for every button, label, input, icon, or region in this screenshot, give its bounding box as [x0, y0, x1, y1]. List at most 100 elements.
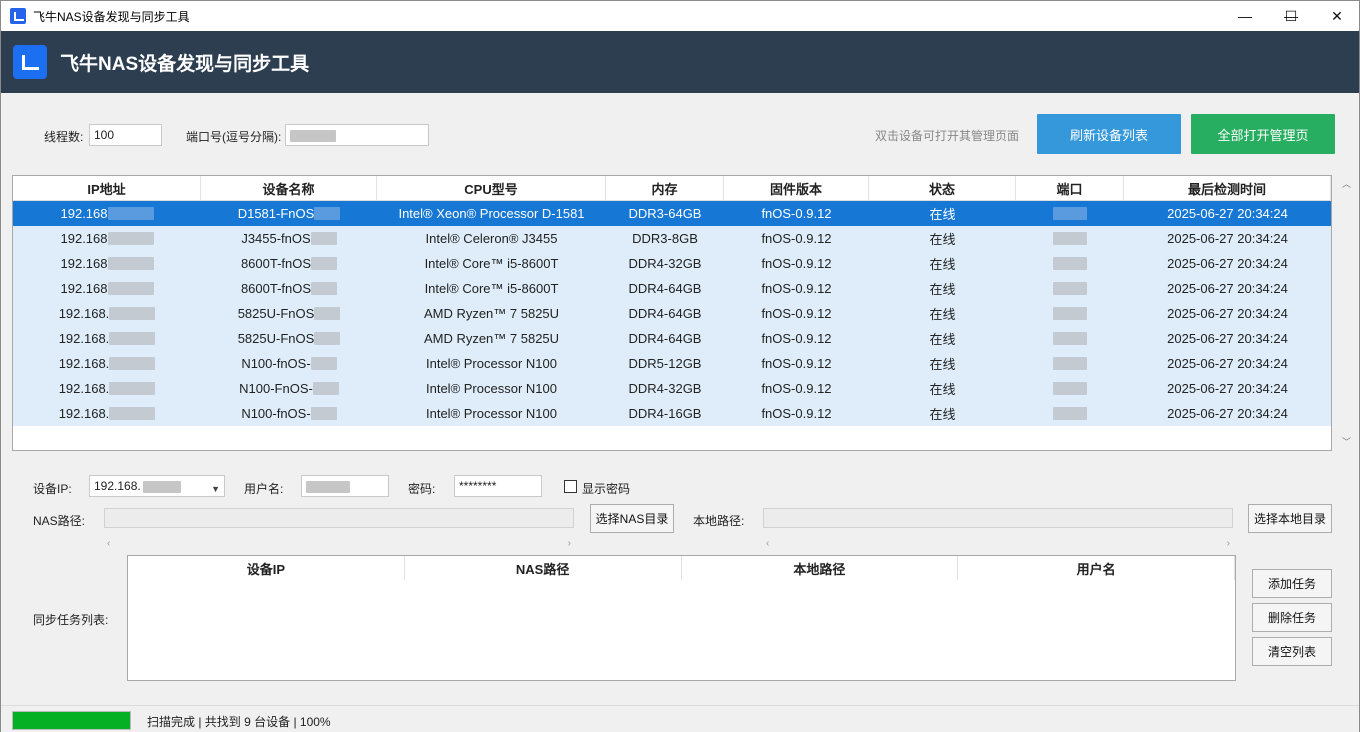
table-row[interactable]: 192.168 8600T-fnOS Intel® Core™ i5-8600T DD… [13, 276, 1331, 301]
show-password-checkbox[interactable] [564, 480, 577, 493]
table-row[interactable]: 192.168. N100-fnOS- Intel® Processor N100 D… [13, 351, 1331, 376]
redacted-mask [107, 232, 154, 245]
table-row[interactable]: 192.168. N100-fnOS- Intel® Processor N100 D… [13, 401, 1331, 426]
device-table-scrollbar[interactable]: ︿ ﹀ [1337, 175, 1355, 451]
cell-text: fnOS-0.9.12 [761, 356, 832, 371]
table-cell: 2025-06-27 20:34:24 [1124, 251, 1331, 276]
local-path-scrollbar[interactable]: ‹ › [763, 536, 1233, 550]
sync-task-table-header: 设备IP NAS路径 本地路径 用户名 [128, 556, 1235, 580]
cell-text: N100-fnOS- [241, 356, 311, 371]
task-column-header[interactable]: 设备IP [128, 556, 405, 580]
threads-input[interactable]: 100 [89, 124, 162, 146]
table-row[interactable]: 192.168. 5825U-FnOS AMD Ryzen™ 7 5825U DDR4… [13, 326, 1331, 351]
column-header[interactable]: 端口 [1016, 176, 1124, 200]
redacted-mask [314, 307, 341, 320]
column-header[interactable]: CPU型号 [377, 176, 606, 200]
column-header[interactable]: 状态 [869, 176, 1016, 200]
table-row[interactable]: 192.168 J3455-fnOS Intel® Celeron® J3455 DD… [13, 226, 1331, 251]
table-cell: J3455-fnOS [201, 226, 377, 251]
table-cell: fnOS-0.9.12 [724, 251, 869, 276]
table-cell: DDR4-16GB [606, 401, 724, 426]
table-cell [1016, 226, 1124, 251]
column-header[interactable]: 最后检测时间 [1124, 176, 1331, 200]
delete-task-button[interactable]: 删除任务 [1252, 603, 1332, 632]
cell-text: fnOS-0.9.12 [761, 231, 832, 246]
redacted-mask [109, 407, 156, 420]
device-table-header: IP地址 设备名称 CPU型号 内存 固件版本 状态 端口 最后检测时间 [13, 176, 1331, 201]
cell-text: AMD Ryzen™ 7 5825U [423, 306, 560, 321]
column-header[interactable]: IP地址 [13, 176, 201, 200]
cell-text: 2025-06-27 20:34:24 [1167, 356, 1288, 371]
device-table[interactable]: IP地址 设备名称 CPU型号 内存 固件版本 状态 端口 最后检测时间 192.168 D15… [12, 175, 1332, 451]
table-cell: Intel® Processor N100 [377, 376, 606, 401]
choose-nas-dir-button[interactable]: 选择NAS目录 [590, 504, 674, 533]
table-cell: 在线 [869, 226, 1016, 251]
username-input[interactable] [301, 475, 389, 497]
table-cell: 192.168 [13, 226, 201, 251]
maximize-button[interactable]: ☐ [1268, 1, 1314, 31]
table-cell: Intel® Core™ i5-8600T [377, 251, 606, 276]
table-cell: DDR4-32GB [606, 251, 724, 276]
redacted-mask [314, 332, 341, 345]
table-cell: 在线 [869, 276, 1016, 301]
table-cell: Intel® Processor N100 [377, 351, 606, 376]
cell-text: 在线 [929, 282, 956, 297]
nas-path-label: NAS路径: [33, 514, 86, 528]
table-cell: AMD Ryzen™ 7 5825U [377, 301, 606, 326]
task-column-header[interactable]: 本地路径 [682, 556, 959, 580]
table-cell: Intel® Core™ i5-8600T [377, 276, 606, 301]
threads-label: 线程数: [44, 130, 84, 144]
minimize-icon[interactable]: — [1222, 1, 1268, 31]
redacted-mask [1053, 207, 1087, 220]
double-click-hint: 双击设备可打开其管理页面 [875, 129, 1020, 143]
nas-path-scrollbar[interactable]: ‹ › [104, 536, 574, 550]
table-cell: 192.168. [13, 326, 201, 351]
column-header[interactable]: 设备名称 [201, 176, 377, 200]
password-label: 密码: [408, 482, 436, 496]
add-task-button[interactable]: 添加任务 [1252, 569, 1332, 598]
cell-text: DDR5-12GB [628, 356, 702, 371]
password-input[interactable]: ******** [454, 475, 542, 497]
table-cell: 192.168. [13, 401, 201, 426]
scroll-right-icon[interactable]: › [1227, 538, 1230, 549]
redacted-mask [1053, 232, 1087, 245]
redacted-mask [1053, 382, 1087, 395]
column-header[interactable]: 内存 [606, 176, 724, 200]
scroll-down-icon[interactable]: ﹀ [1342, 435, 1351, 448]
table-cell [1016, 251, 1124, 276]
redacted-mask [109, 382, 156, 395]
refresh-devices-button[interactable]: 刷新设备列表 [1037, 114, 1181, 154]
table-cell: 在线 [869, 301, 1016, 326]
scroll-left-icon[interactable]: ‹ [107, 538, 110, 549]
redacted-mask [1053, 257, 1087, 270]
task-column-header[interactable]: 用户名 [958, 556, 1235, 580]
table-row[interactable]: 192.168. 5825U-FnOS AMD Ryzen™ 7 5825U DDR4… [13, 301, 1331, 326]
column-header[interactable]: 固件版本 [724, 176, 869, 200]
scroll-left-icon[interactable]: ‹ [766, 538, 769, 549]
cell-text: DDR4-32GB [628, 381, 702, 396]
task-column-header[interactable]: NAS路径 [405, 556, 682, 580]
device-ip-select[interactable]: 192.168. ▼ [89, 475, 225, 497]
close-button[interactable]: ✕ [1314, 1, 1360, 31]
nas-path-input[interactable] [104, 508, 574, 528]
table-cell: DDR5-12GB [606, 351, 724, 376]
table-row[interactable]: 192.168. N100-FnOS- Intel® Processor N100 D… [13, 376, 1331, 401]
table-row[interactable]: 192.168 8600T-fnOS Intel® Core™ i5-8600T DD… [13, 251, 1331, 276]
cell-text: 192.168 [60, 281, 108, 296]
chevron-down-icon: ▼ [211, 484, 220, 494]
cell-text: 8600T-fnOS [240, 256, 312, 271]
scroll-right-icon[interactable]: › [568, 538, 571, 549]
sync-task-table[interactable]: 设备IP NAS路径 本地路径 用户名 [127, 555, 1236, 681]
cell-text: 在线 [929, 382, 956, 397]
open-all-admin-button[interactable]: 全部打开管理页 [1191, 114, 1335, 154]
window-title: 飞牛NAS设备发现与同步工具 [33, 9, 190, 24]
ports-input[interactable] [285, 124, 429, 146]
table-row[interactable]: 192.168 D1581-FnOS Intel® Xeon® Processor … [13, 201, 1331, 226]
clear-list-button[interactable]: 清空列表 [1252, 637, 1332, 666]
local-path-label: 本地路径: [693, 514, 745, 528]
table-cell: 192.168. [13, 301, 201, 326]
choose-local-dir-button[interactable]: 选择本地目录 [1248, 504, 1332, 533]
cell-text: Intel® Celeron® J3455 [425, 231, 558, 246]
scroll-up-icon[interactable]: ︿ [1342, 177, 1351, 190]
local-path-input[interactable] [763, 508, 1233, 528]
